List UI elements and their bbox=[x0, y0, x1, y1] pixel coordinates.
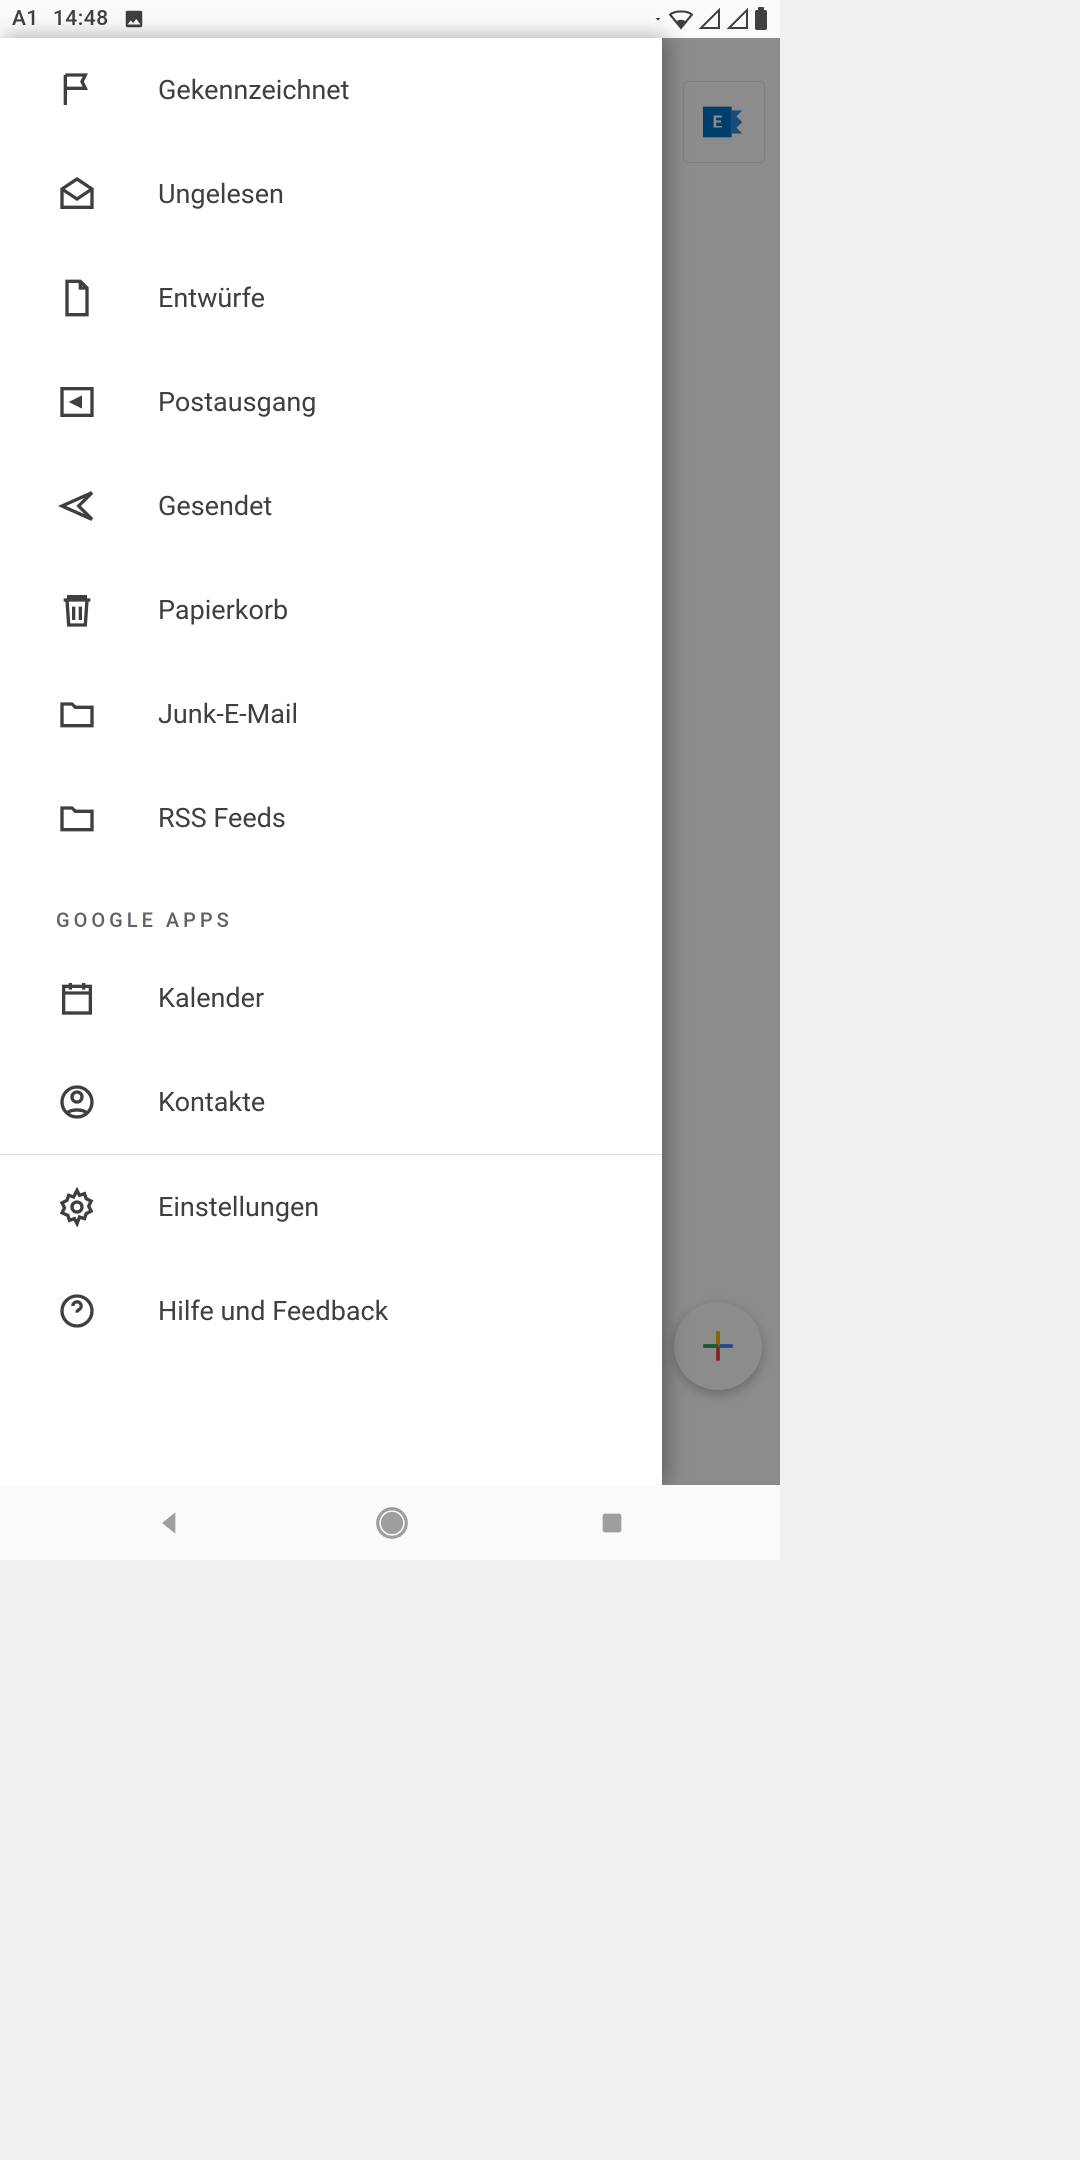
help-icon bbox=[56, 1290, 98, 1332]
clock: 14:48 bbox=[53, 7, 109, 31]
nav-item-trash[interactable]: Papierkorb bbox=[0, 558, 662, 662]
gear-icon bbox=[56, 1186, 98, 1228]
nav-item-label: Papierkorb bbox=[158, 594, 288, 626]
nav-item-calendar[interactable]: Kalender bbox=[0, 946, 662, 1050]
nav-item-label: Postausgang bbox=[158, 386, 316, 418]
flag-icon bbox=[56, 69, 98, 111]
mail-open-icon bbox=[56, 173, 98, 215]
folder-icon bbox=[56, 693, 98, 735]
nav-item-settings[interactable]: Einstellungen bbox=[0, 1155, 662, 1259]
nav-item-contacts[interactable]: Kontakte bbox=[0, 1050, 662, 1154]
nav-item-label: Ungelesen bbox=[158, 178, 284, 210]
dropdown-indicator-icon bbox=[652, 13, 664, 25]
send-icon bbox=[56, 485, 98, 527]
back-button[interactable] bbox=[154, 1507, 186, 1539]
home-button[interactable] bbox=[373, 1504, 411, 1542]
signal-icon bbox=[698, 7, 722, 31]
battery-icon bbox=[754, 7, 768, 31]
nav-item-sent[interactable]: Gesendet bbox=[0, 454, 662, 558]
section-header-google-apps: GOOGLE APPS bbox=[0, 870, 662, 946]
nav-item-label: Entwürfe bbox=[158, 282, 265, 314]
nav-item-label: Einstellungen bbox=[158, 1191, 319, 1223]
recents-button[interactable] bbox=[598, 1509, 626, 1537]
calendar-icon bbox=[56, 977, 98, 1019]
nav-item-label: Hilfe und Feedback bbox=[158, 1295, 388, 1327]
nav-item-help[interactable]: Hilfe und Feedback bbox=[0, 1259, 662, 1363]
nav-item-drafts[interactable]: Entwürfe bbox=[0, 246, 662, 350]
contacts-icon bbox=[56, 1081, 98, 1123]
folder-icon bbox=[56, 797, 98, 839]
nav-item-flagged[interactable]: Gekennzeichnet bbox=[0, 38, 662, 142]
carrier-label: A1 bbox=[12, 7, 39, 31]
nav-item-label: RSS Feeds bbox=[158, 802, 286, 834]
signal-icon bbox=[726, 7, 750, 31]
wifi-icon bbox=[668, 6, 694, 32]
trash-icon bbox=[56, 589, 98, 631]
nav-item-unread[interactable]: Ungelesen bbox=[0, 142, 662, 246]
nav-item-label: Gesendet bbox=[158, 490, 272, 522]
navigation-drawer: Gekennzeichnet Ungelesen Entwürfe Postau… bbox=[0, 38, 662, 1485]
file-icon bbox=[56, 277, 98, 319]
nav-item-label: Gekennzeichnet bbox=[158, 74, 349, 106]
picture-icon bbox=[123, 8, 145, 30]
nav-item-rss[interactable]: RSS Feeds bbox=[0, 766, 662, 870]
nav-item-label: Junk-E-Mail bbox=[158, 698, 298, 730]
nav-item-label: Kontakte bbox=[158, 1086, 265, 1118]
nav-item-label: Kalender bbox=[158, 982, 264, 1014]
nav-item-outbox[interactable]: Postausgang bbox=[0, 350, 662, 454]
nav-item-junk[interactable]: Junk-E-Mail bbox=[0, 662, 662, 766]
outbox-icon bbox=[56, 381, 98, 423]
system-navigation-bar bbox=[0, 1485, 780, 1560]
status-bar: A1 14:48 bbox=[0, 0, 780, 38]
